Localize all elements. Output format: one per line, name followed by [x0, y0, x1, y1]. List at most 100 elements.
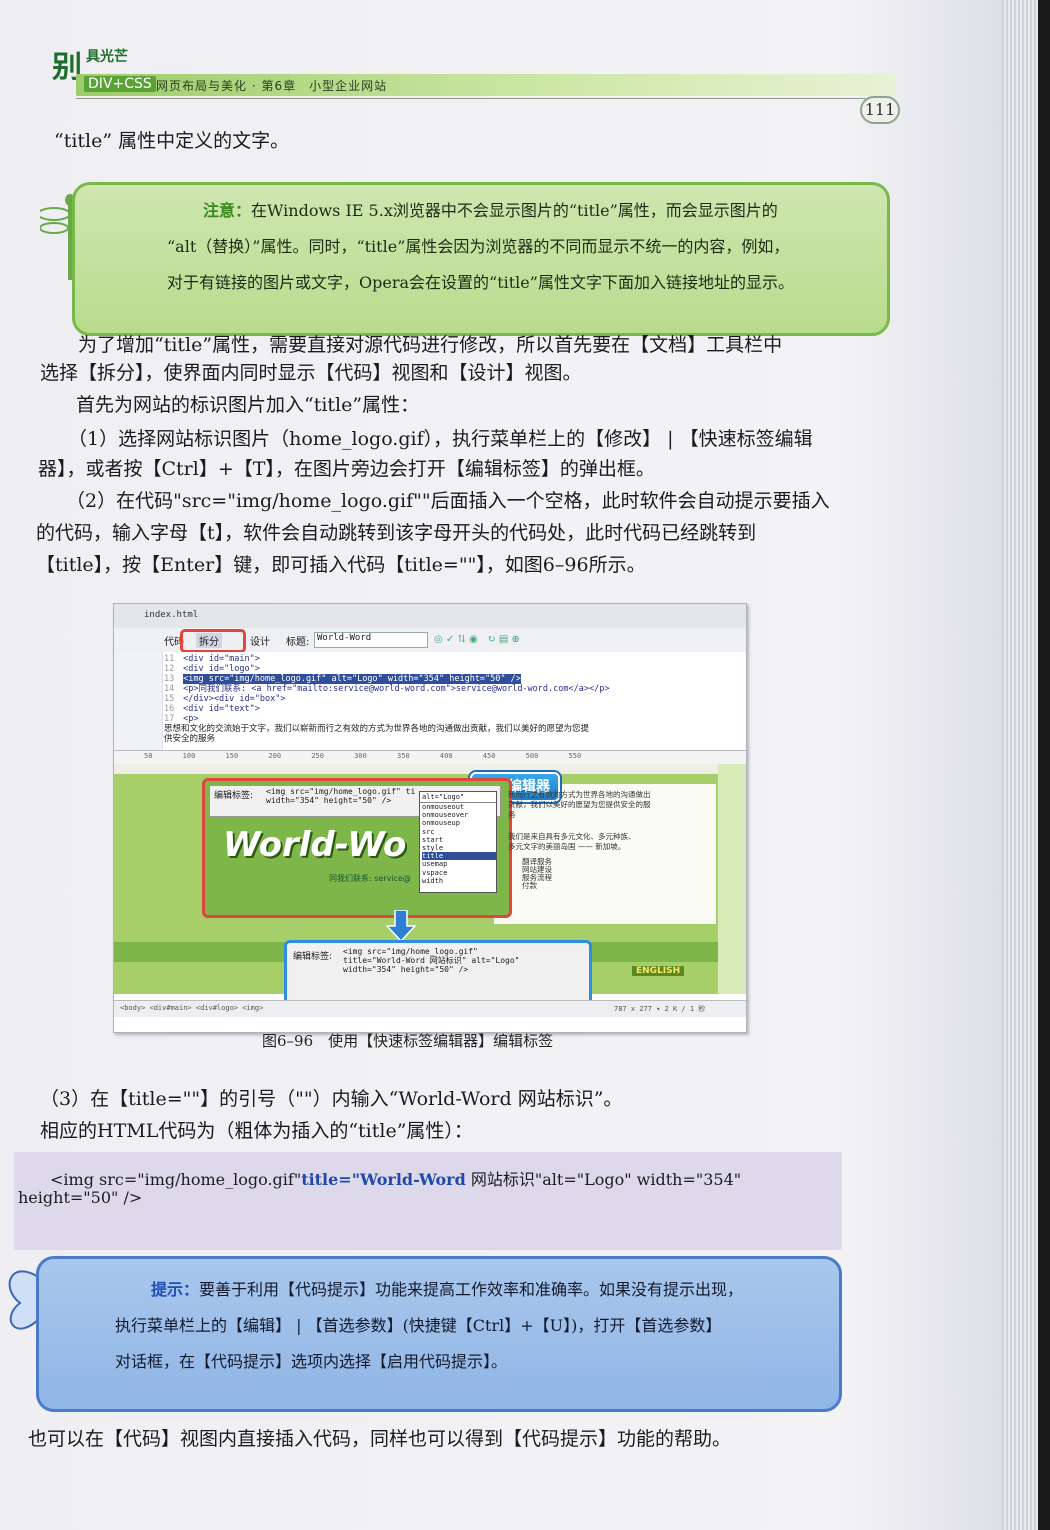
- code-block: <img src="img/home_logo.gif"title="World…: [14, 1152, 842, 1250]
- toolbar-icons: ◎ ✓ ⇅ ◉ ↻ ▤ ⊕: [434, 634, 520, 645]
- code-hint-list[interactable]: alt="Logo" onmouseout onmouseover onmous…: [419, 791, 497, 893]
- content-line: 贡献，我们以美好的愿望为您提供安全的服: [508, 800, 651, 809]
- text-line: （3）在【title=""】的引号（""）内输入“World-Word 网站标识…: [40, 1088, 623, 1110]
- page-strip: [114, 764, 746, 774]
- code-hint-item[interactable]: style: [422, 844, 496, 852]
- text-line: 相应的HTML代码为（粗体为插入的“title”属性）：: [40, 1120, 473, 1142]
- edit-tag-value-line: <img src="img/home_logo.gif" ti: [266, 787, 416, 796]
- edit-tag-input[interactable]: <img src="img/home_logo.gif" ti width="35…: [266, 787, 415, 805]
- text-line: （1）选择网站标识图片（home_logo.gif），执行菜单栏上的【修改】 |…: [68, 428, 813, 450]
- code-hint-item[interactable]: vspace: [422, 869, 496, 877]
- code-text: <p>: [183, 714, 199, 724]
- ruler-tick: 150: [225, 752, 239, 760]
- bullet-item[interactable]: 服务流程: [522, 874, 651, 882]
- edit-tag-value-line: width="354" height="50" />: [343, 965, 469, 974]
- code-hint-item[interactable]: onmouseover: [422, 811, 496, 819]
- code-hint-input[interactable]: alt="Logo": [420, 792, 496, 803]
- code-line-2: height="50" />: [18, 1188, 143, 1207]
- line-number: 14: [164, 684, 175, 694]
- text-line: 的代码，输入字母【t】，软件会自动跳转到该字母开头的代码处，此时代码已经跳转到: [36, 522, 757, 544]
- brand-sub: 具光芒: [86, 49, 128, 65]
- split-view-button[interactable]: 拆分: [196, 633, 222, 648]
- ruler-tick: 200: [268, 752, 282, 760]
- text-line: “title” 属性中定义的文字。: [54, 130, 290, 152]
- line-number: 17: [164, 714, 175, 724]
- text-line: （2）在代码"src="img/home_logo.gif""后面插入一个空格，…: [66, 490, 830, 512]
- edit-tag-label: 编辑标签:: [214, 791, 254, 801]
- text-line: 为了增加“title”属性，需要直接对源代码进行修改，所以首先要在【文档】工具栏…: [78, 334, 783, 356]
- design-view-button[interactable]: 设计: [250, 633, 270, 648]
- code-text: <div id="text">: [183, 704, 260, 714]
- code-text: <div id="main">: [183, 654, 260, 664]
- code-line-1: <img src="img/home_logo.gif"title="World…: [50, 1166, 741, 1190]
- note-label: 注意：: [203, 201, 252, 220]
- tip-line-2: 执行菜单栏上的【编辑】 | 【首选参数】(快捷键【Ctrl】+【U】)，打开【首…: [115, 1316, 722, 1335]
- code-hint-item[interactable]: src: [422, 828, 496, 836]
- page-edge-shadow: [1038, 0, 1050, 1530]
- quick-tag-editor-result: 编辑标签: <img src="img/home_logo.gif" title=…: [284, 940, 592, 1006]
- code-gutter: [114, 652, 163, 750]
- code-hint-item[interactable]: onmouseup: [422, 819, 496, 827]
- note-line-3: 对于有链接的图片或文字，Opera会在设置的“title”属性文字下面加入链接地…: [167, 273, 794, 292]
- content-line: 多元文字的美丽岛国 —— 新加坡。: [508, 842, 626, 851]
- text-line: 选择【拆分】，使界面内同时显示【代码】视图和【设计】视图。: [40, 362, 582, 384]
- site-logo[interactable]: World-Wo: [223, 825, 413, 871]
- book-page: 别 具光芒 DIV+CSS 网页布局与美化 · 第6章 小型企业网站 111 “…: [0, 0, 1050, 1530]
- code-line: 15 </div><div id="box">: [164, 694, 609, 704]
- bullet-item[interactable]: 付款: [522, 882, 651, 890]
- line-number: 11: [164, 654, 175, 664]
- line-number: 16: [164, 704, 175, 714]
- ruler-tick: 350: [397, 752, 410, 760]
- code-line: 11 <div id="main">: [164, 654, 609, 664]
- tip-text: 要善于利用【代码提示】功能来提高工作效率和准确率。如果没有提示出现，: [199, 1280, 744, 1299]
- note-box: 注意：在Windows IE 5.x浏览器中不会显示图片的“title”属性，而…: [72, 182, 890, 336]
- ruler-tick: 500: [525, 752, 539, 760]
- edit-tag-value-line: <img src="img/home_logo.gif": [343, 947, 478, 956]
- ruler-tick: 50: [144, 752, 153, 760]
- code-line: 17 <p>: [164, 714, 609, 724]
- contact-text: 同我们联系: service@: [329, 874, 411, 883]
- text-line: 首先为网站的标识图片加入“title”属性：: [76, 394, 420, 416]
- code-text-content: 供安全的服务: [164, 734, 216, 744]
- status-bar: <body> <div#main> <div#logo> <img> 787 x…: [114, 1000, 746, 1017]
- code-line: 16 <div id="text">: [164, 704, 609, 714]
- code-text-selected: <img src="img/home_logo.gif" alt="Logo" …: [183, 674, 521, 684]
- page-number: 111: [860, 96, 900, 124]
- tag-selector[interactable]: <body> <div#main> <div#logo> <img>: [120, 1004, 263, 1012]
- edit-tag-label: 编辑标签:: [293, 952, 333, 962]
- english-button[interactable]: ENGLISH: [632, 966, 685, 976]
- code-view: 11 <div id="main"> 12 <div id="logo"> 13…: [114, 652, 746, 750]
- code-lines: 11 <div id="main"> 12 <div id="logo"> 13…: [164, 654, 609, 744]
- code-hint-item[interactable]: start: [422, 836, 496, 844]
- edit-tag-result-input[interactable]: <img src="img/home_logo.gif" title="World…: [343, 947, 520, 974]
- tip-box: 提示：要善于利用【代码提示】功能来提高工作效率和准确率。如果没有提示出现， 执行…: [36, 1256, 842, 1412]
- quick-tag-editor-popup: 编辑标签: <img src="img/home_logo.gif" ti wid…: [202, 778, 512, 918]
- line-number: 13: [164, 674, 175, 684]
- line-number: 12: [164, 664, 175, 674]
- code-hint-items: onmouseout onmouseover onmouseup src sta…: [420, 803, 496, 885]
- title-label: 标题:: [286, 637, 310, 648]
- content-line: 我们是来自具有多元文化、多元种族、: [508, 832, 636, 841]
- code-hint-item[interactable]: usemap: [422, 860, 496, 868]
- code-hint-item[interactable]: width: [422, 877, 496, 885]
- content-text: 新而行之有效的方式为世界各地的沟通做出 贡献，我们以美好的愿望为您提供安全的服 …: [508, 790, 651, 890]
- figure-caption: 图6–96 使用【快速标签编辑器】编辑标签: [262, 1032, 554, 1050]
- ruler-tick: 100: [182, 752, 196, 760]
- code-text-content: 思想和文化的交流始于文字，我们以崭新而行之有效的方式为世界各地的沟通做出贡献，我…: [164, 724, 590, 734]
- document-toolbar: 代码 拆分 设计 标题: World-Word ◎ ✓ ⇅ ◉ ↻ ▤ ⊕: [114, 628, 746, 653]
- title-input[interactable]: World-Word: [314, 632, 428, 648]
- code-text: </div><div id="box">: [183, 694, 286, 704]
- line-number: 15: [164, 694, 175, 704]
- code-hint-item[interactable]: onmouseout: [422, 803, 496, 811]
- ruler-tick: 550: [568, 752, 582, 760]
- code-line: 14 <p>同我们联系: <a href="mailto:service@wor…: [164, 684, 609, 694]
- tab-bar: index.html: [114, 604, 746, 629]
- ruler-tick: 450: [482, 752, 496, 760]
- status-info: 787 x 277 ▾ 2 K / 1 秒: [614, 1005, 706, 1013]
- edit-tag-value-line: width="354" height="50" />: [266, 796, 392, 805]
- code-hint-item-selected[interactable]: title: [422, 852, 496, 861]
- note-line-1: 注意：在Windows IE 5.x浏览器中不会显示图片的“title”属性，而…: [203, 193, 778, 229]
- document-tab[interactable]: index.html: [144, 610, 198, 620]
- note-text: 在Windows IE 5.x浏览器中不会显示图片的“title”属性，而会显示…: [251, 201, 778, 220]
